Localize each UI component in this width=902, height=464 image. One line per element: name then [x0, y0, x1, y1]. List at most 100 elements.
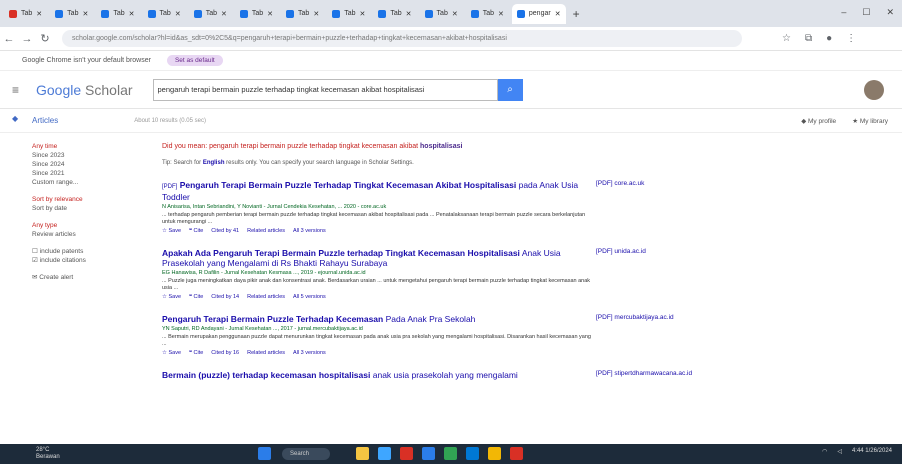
browser-tab[interactable]: Tab ✕ [466, 4, 509, 24]
extensions-icon[interactable]: ⧉ [805, 33, 812, 44]
result-title-link[interactable]: Pengaruh Terapi Bermain Puzzle Terhadap … [162, 314, 592, 324]
tab-close-icon[interactable]: ✕ [452, 10, 458, 18]
taskbar-app-icon[interactable] [466, 447, 479, 460]
search-input[interactable]: pengaruh terapi bermain puzzle terhadap … [152, 78, 498, 101]
tab-close-icon[interactable]: ✕ [129, 10, 135, 18]
weather-widget[interactable]: 28°C Berawan [36, 447, 60, 461]
time-filter-option[interactable]: Since 2023 [32, 151, 132, 160]
checkbox-icon[interactable]: ☐ [32, 248, 40, 255]
type-option[interactable]: Review articles [32, 230, 132, 239]
tab-close-icon[interactable]: ✕ [82, 10, 88, 18]
star-icon[interactable]: ☆ [782, 33, 791, 44]
create-alert-link[interactable]: ✉ Create alert [32, 273, 132, 282]
browser-tab[interactable]: Tab ✕ [189, 4, 232, 24]
result-title-link[interactable]: Bermain (puzzle) terhadap kecemasan hosp… [162, 370, 592, 380]
result-authors: N Anisarisa, Intan Sebriandini, Y Novian… [162, 204, 387, 210]
scholar-header: ≡ Google Scholar pengaruh terapi bermain… [0, 71, 902, 109]
set-default-button[interactable]: Set as default [166, 55, 223, 66]
result-action-link[interactable]: ❝ Cite [189, 294, 203, 300]
browser-tab[interactable]: Tab ✕ [143, 4, 186, 24]
browser-tab[interactable]: Tab ✕ [50, 4, 93, 24]
result-action-link[interactable]: Cited by 14 [211, 294, 239, 300]
sort-option[interactable]: Sort by relevance [32, 195, 132, 204]
maximize-icon[interactable]: ☐ [862, 7, 870, 18]
browser-tab[interactable]: Tab ✕ [235, 4, 278, 24]
result-action-link[interactable]: ☆ Save [162, 228, 181, 234]
time-filter-option[interactable]: Since 2021 [32, 169, 132, 178]
result-action-link[interactable]: Related articles [247, 350, 285, 356]
taskbar-app-icon[interactable] [258, 447, 271, 460]
result-action-link[interactable]: All 3 versions [293, 228, 326, 234]
tab-close-icon[interactable]: ✕ [313, 10, 319, 18]
taskbar-app-icon[interactable] [510, 447, 523, 460]
hamburger-menu-icon[interactable]: ≡ [12, 83, 32, 97]
close-icon[interactable]: ✕ [886, 7, 894, 18]
tab-close-icon[interactable]: ✕ [498, 10, 504, 18]
profile-icon[interactable]: ● [826, 33, 832, 44]
browser-tab[interactable]: Tab ✕ [4, 4, 47, 24]
taskbar-app-icon[interactable] [444, 447, 457, 460]
time-filter-option[interactable]: Custom range... [32, 178, 132, 187]
new-tab-button[interactable]: + [573, 7, 580, 21]
pdf-side-link[interactable]: [PDF] core.ac.uk [596, 180, 796, 187]
result-action-link[interactable]: Cited by 41 [211, 228, 239, 234]
tab-close-icon[interactable]: ✕ [555, 10, 561, 18]
taskbar-app-icon[interactable] [356, 447, 369, 460]
browser-tab[interactable]: Tab ✕ [420, 4, 463, 24]
checkbox-icon[interactable]: ☑ [32, 257, 40, 264]
taskbar-app-icon[interactable] [378, 447, 391, 460]
weather-temp: 28°C [36, 447, 50, 453]
result-action-link[interactable]: ❝ Cite [189, 228, 203, 234]
reload-icon[interactable]: ↻ [36, 32, 54, 45]
forward-icon[interactable]: → [18, 33, 36, 45]
pdf-side-link[interactable]: [PDF] stipertdharmawacana.ac.id [596, 370, 796, 377]
result-action-link[interactable]: ☆ Save [162, 294, 181, 300]
wifi-icon[interactable]: ◠ [822, 448, 827, 455]
result-action-link[interactable]: Cited by 16 [211, 350, 239, 356]
include-checkbox-row[interactable]: ☐ include patents [32, 247, 132, 256]
taskbar-app-icon[interactable] [422, 447, 435, 460]
back-icon[interactable]: ← [0, 33, 18, 45]
url-field[interactable]: scholar.google.com/scholar?hl=id&as_sdt=… [62, 30, 742, 47]
clock[interactable]: 4:44 1/26/2024 [852, 448, 892, 455]
avatar[interactable] [864, 80, 884, 100]
did-you-mean-link[interactable]: pengaruh terapi bermain puzzle terhadap … [209, 143, 462, 150]
browser-tab[interactable]: Tab ✕ [96, 4, 139, 24]
tab-close-icon[interactable]: ✕ [36, 10, 42, 18]
result-title-link[interactable]: [PDF] Pengaruh Terapi Bermain Puzzle Ter… [162, 180, 592, 202]
tip-english-link[interactable]: English [203, 160, 225, 166]
tab-close-icon[interactable]: ✕ [175, 10, 181, 18]
browser-tab[interactable]: Tab ✕ [327, 4, 370, 24]
browser-tab[interactable]: Tab ✕ [373, 4, 416, 24]
time-filter-option[interactable]: Any time [32, 142, 132, 151]
browser-tab[interactable]: Tab ✕ [281, 4, 324, 24]
result-action-link[interactable]: All 3 versions [293, 350, 326, 356]
type-option[interactable]: Any type [32, 221, 132, 230]
pdf-side-link[interactable]: [PDF] unida.ac.id [596, 248, 796, 255]
sort-option[interactable]: Sort by date [32, 204, 132, 213]
search-button[interactable]: ⌕ [497, 78, 523, 101]
result-action-link[interactable]: Related articles [247, 294, 285, 300]
tab-close-icon[interactable]: ✕ [360, 10, 366, 18]
pdf-side-link[interactable]: [PDF] mercubaktijaya.ac.id [596, 314, 796, 321]
taskbar-app-icon[interactable] [400, 447, 413, 460]
tab-close-icon[interactable]: ✕ [406, 10, 412, 18]
result-title-link[interactable]: Apakah Ada Pengaruh Terapi Bermain Puzzl… [162, 248, 592, 268]
my-library-link[interactable]: ★ My library [852, 117, 888, 125]
include-checkbox-row[interactable]: ☑ include citations [32, 256, 132, 265]
minimize-icon[interactable]: – [841, 7, 846, 18]
result-action-link[interactable]: ☆ Save [162, 350, 181, 356]
tab-close-icon[interactable]: ✕ [267, 10, 273, 18]
browser-tab[interactable]: pengar ✕ [511, 3, 566, 24]
volume-icon[interactable]: ◁ [837, 448, 842, 455]
result-action-link[interactable]: Related articles [247, 228, 285, 234]
result-action-link[interactable]: ❝ Cite [189, 350, 203, 356]
menu-dots-icon[interactable]: ⋮ [846, 33, 856, 44]
result-action-link[interactable]: All 5 versions [293, 294, 326, 300]
my-profile-link[interactable]: ◆ My profile [801, 117, 836, 125]
scholar-logo[interactable]: Google Scholar [36, 82, 133, 98]
time-filter-option[interactable]: Since 2024 [32, 160, 132, 169]
tab-close-icon[interactable]: ✕ [221, 10, 227, 18]
articles-label[interactable]: Articles [32, 116, 58, 125]
taskbar-app-icon[interactable] [488, 447, 501, 460]
